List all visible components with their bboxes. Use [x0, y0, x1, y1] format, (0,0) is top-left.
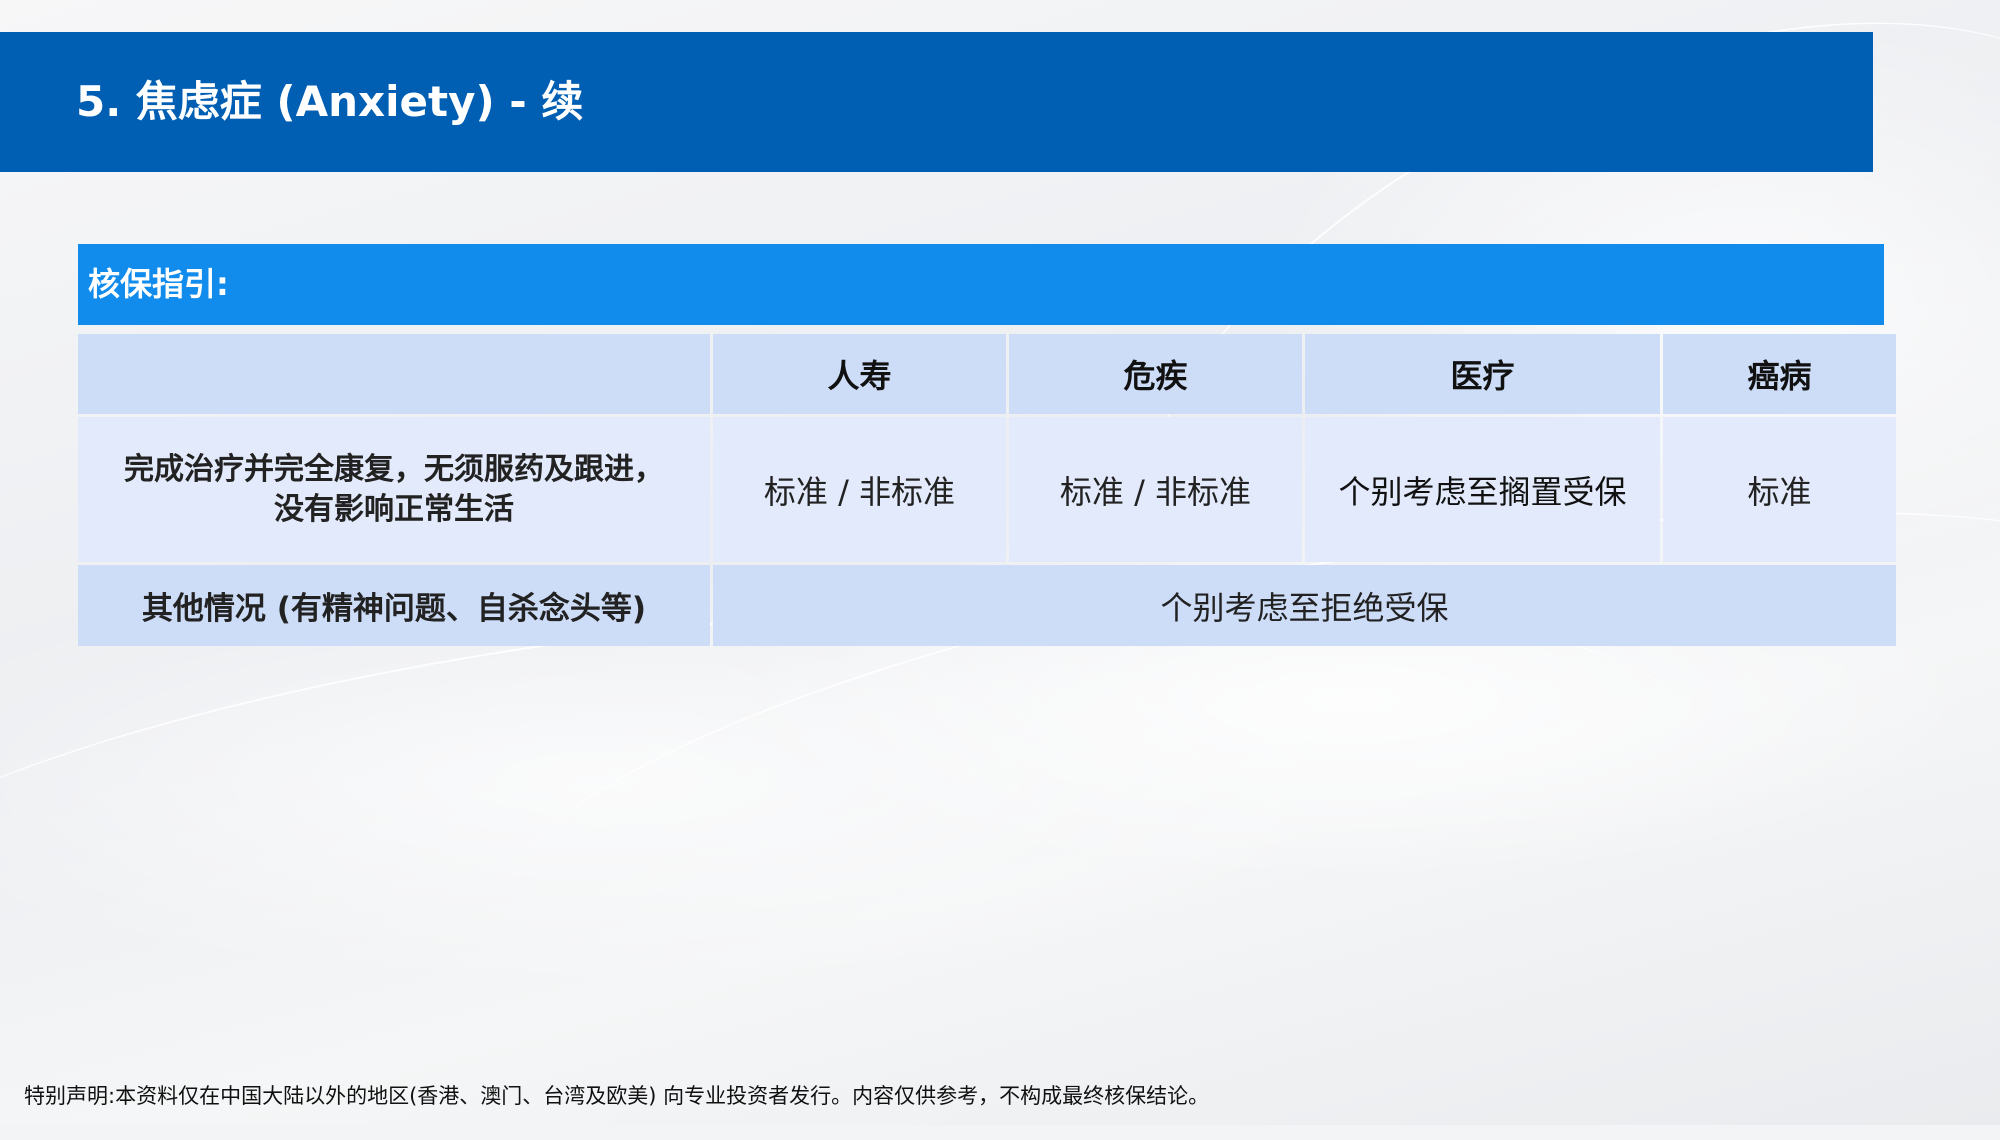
merged-cell-decision: 个别考虑至拒绝受保 [713, 565, 1896, 646]
table-row: 其他情况 (有精神问题、自杀念头等) 个别考虑至拒绝受保 [78, 565, 1896, 646]
slide-title: 5. 焦虑症 (Anxiety) - 续 [76, 77, 584, 126]
section-header-bar: 核保指引: [78, 244, 1884, 325]
header-cell-cancer: 癌病 [1663, 334, 1896, 414]
table-row: 完成治疗并完全康复，无须服药及跟进， 没有影响正常生活 标准 / 非标准 标准 … [78, 417, 1896, 562]
cell-cancer: 标准 [1663, 417, 1896, 562]
row-label-line: 完成治疗并完全康复，无须服药及跟进， [124, 451, 664, 487]
underwriting-table: 人寿 危疾 医疗 癌病 完成治疗并完全康复，无须服药及跟进， 没有影响正常生活 … [75, 331, 1899, 649]
row-label-line: 没有影响正常生活 [274, 491, 514, 527]
row-label-recovered: 完成治疗并完全康复，无须服药及跟进， 没有影响正常生活 [78, 417, 710, 562]
section-label: 核保指引: [88, 265, 229, 303]
header-cell-life: 人寿 [713, 334, 1006, 414]
cell-critical-illness: 标准 / 非标准 [1009, 417, 1302, 562]
header-cell-medical: 医疗 [1305, 334, 1660, 414]
table-header-row: 人寿 危疾 医疗 癌病 [78, 334, 1896, 414]
cell-medical: 个别考虑至搁置受保 [1305, 417, 1660, 562]
footer-disclaimer: 特别声明:本资料仅在中国大陆以外的地区(香港、澳门、台湾及欧美) 向专业投资者发… [24, 1084, 1210, 1108]
cell-life: 标准 / 非标准 [713, 417, 1006, 562]
title-bar: 5. 焦虑症 (Anxiety) - 续 [0, 32, 1873, 172]
row-label-other: 其他情况 (有精神问题、自杀念头等) [78, 565, 710, 646]
header-cell-blank [78, 334, 710, 414]
header-cell-critical-illness: 危疾 [1009, 334, 1302, 414]
